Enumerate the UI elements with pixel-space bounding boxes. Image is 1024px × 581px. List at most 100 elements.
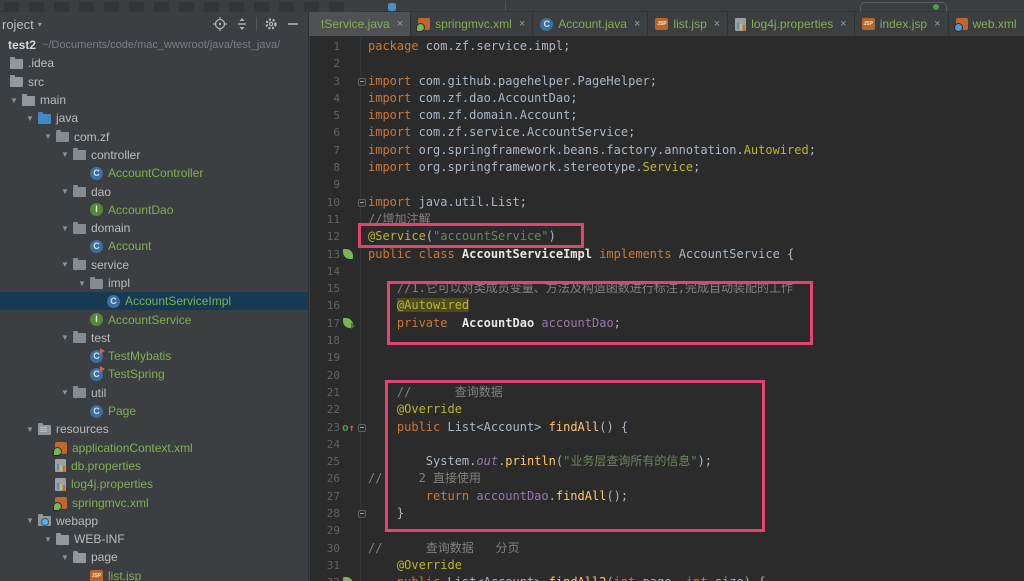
- code-line[interactable]: 4 import com.zf.dao.AccountDao;: [310, 90, 1024, 107]
- code-line[interactable]: 13 public class AccountServiceImpl implem…: [310, 246, 1024, 263]
- tree-item-webapp[interactable]: ▼ webapp: [0, 512, 308, 530]
- settings-gear-icon[interactable]: [260, 15, 282, 33]
- tab-list-jsp[interactable]: JSP list.jsp ×: [648, 12, 729, 36]
- tree-item-springmvc-xml[interactable]: springmvc.xml: [0, 493, 308, 511]
- code-line[interactable]: 2: [310, 55, 1024, 72]
- code-line[interactable]: 27 return accountDao.findAll();: [310, 488, 1024, 505]
- tree-item-main[interactable]: ▼ main: [0, 91, 308, 109]
- code-line[interactable]: 14: [310, 263, 1024, 280]
- code-line[interactable]: 9: [310, 176, 1024, 193]
- close-icon[interactable]: ×: [519, 18, 525, 30]
- tree-item-src[interactable]: src: [0, 73, 308, 91]
- code-line[interactable]: 25 System.out.println("业务层查询所有的信息");: [310, 453, 1024, 470]
- code-line[interactable]: 20: [310, 367, 1024, 384]
- tab-tservice-java[interactable]: tService.java ×: [309, 12, 412, 36]
- code-editor[interactable]: 1 package com.zf.service.impl; 2 3 import co…: [310, 36, 1024, 581]
- code-line[interactable]: 30 // 查询数据 分页: [310, 540, 1024, 557]
- code-line[interactable]: 29: [310, 522, 1024, 539]
- tree-item-impl[interactable]: ▼ impl: [0, 274, 308, 292]
- expand-arrow-icon[interactable]: ▼: [57, 260, 73, 269]
- tree-item-controller[interactable]: ▼ controller: [0, 146, 308, 164]
- tree-item-accountserviceimpl[interactable]: C AccountServiceImpl: [0, 292, 308, 311]
- tab-web-xml[interactable]: web.xml×: [949, 12, 1024, 36]
- tree-item-list-jsp[interactable]: JSP list.jsp: [0, 567, 308, 581]
- expand-arrow-icon[interactable]: ▼: [74, 279, 90, 288]
- tree-item-applicationcontext-xml[interactable]: applicationContext.xml: [0, 439, 308, 457]
- code-line[interactable]: 21 // 查询数据: [310, 384, 1024, 401]
- expand-arrow-icon[interactable]: ▼: [57, 187, 73, 196]
- spring-bean-icon[interactable]: [343, 248, 353, 259]
- code-line[interactable]: 31 @Override: [310, 557, 1024, 574]
- code-line[interactable]: 23o public List<Account> findAll() {: [310, 419, 1024, 436]
- code-line[interactable]: 15 //1.它可以对类成员变量、方法及构造函数进行标注,完成自动装配的工作: [310, 280, 1024, 297]
- locate-icon[interactable]: [209, 15, 231, 33]
- tree-item-accountdao[interactable]: I AccountDao: [0, 201, 308, 219]
- code-line[interactable]: 8 import org.springframework.stereotype.S…: [310, 159, 1024, 176]
- code-line[interactable]: 28 }: [310, 505, 1024, 522]
- tree-item-accountcontroller[interactable]: C AccountController: [0, 164, 308, 182]
- chevron-down-icon[interactable]: ▾: [38, 20, 42, 29]
- code-line[interactable]: 17 private AccountDao accountDao;: [310, 315, 1024, 332]
- code-line[interactable]: 3 import com.github.pagehelper.PageHelper…: [310, 73, 1024, 90]
- spring-autowired-icon[interactable]: [343, 317, 355, 329]
- close-icon[interactable]: ×: [634, 18, 640, 30]
- expand-arrow-icon[interactable]: ▼: [57, 224, 73, 233]
- fold-marker-icon[interactable]: [358, 198, 366, 207]
- code-line[interactable]: 7 import org.springframework.beans.factor…: [310, 142, 1024, 159]
- code-line[interactable]: 26 // 2 直接使用: [310, 470, 1024, 487]
- tree-item-service[interactable]: ▼ service: [0, 256, 308, 274]
- tree-item-page[interactable]: C Page: [0, 402, 308, 420]
- fold-marker-icon[interactable]: [358, 423, 366, 432]
- tree-item-account[interactable]: C Account: [0, 237, 308, 255]
- tree-item-resources[interactable]: ▼ resources: [0, 420, 308, 438]
- code-line[interactable]: 1 package com.zf.service.impl;: [310, 38, 1024, 55]
- tree-item-log4j-properties[interactable]: log4j.properties: [0, 475, 308, 493]
- tab-index-jsp[interactable]: JSP index.jsp ×: [855, 12, 949, 36]
- tree-item-dao[interactable]: ▼ dao: [0, 182, 308, 200]
- expand-arrow-icon[interactable]: ▼: [22, 114, 38, 123]
- expand-arrow-icon[interactable]: ▼: [22, 516, 38, 525]
- code-line[interactable]: 32 public List<Account> findAll2(int pag…: [310, 574, 1024, 581]
- tree-item-test[interactable]: ▼ test: [0, 329, 308, 347]
- tree-item-java[interactable]: ▼ java: [0, 109, 308, 127]
- tab-springmvc-xml[interactable]: springmvc.xml ×: [411, 12, 534, 36]
- tree-item-test2[interactable]: test2 ~/Documents/code/mac_wwwroot/java/t…: [0, 36, 308, 54]
- tree-item-idea[interactable]: .idea: [0, 54, 308, 72]
- code-line[interactable]: 16 @Autowired: [310, 297, 1024, 314]
- expand-arrow-icon[interactable]: ▼: [40, 535, 56, 544]
- code-line[interactable]: 22 @Override: [310, 401, 1024, 418]
- fold-marker-icon[interactable]: [358, 510, 366, 519]
- spring-bean-icon[interactable]: [343, 577, 353, 581]
- tree-item-util[interactable]: ▼ util: [0, 384, 308, 402]
- tree-item-db-properties[interactable]: db.properties: [0, 457, 308, 475]
- expand-arrow-icon[interactable]: ▼: [40, 132, 56, 141]
- tree-item-page[interactable]: ▼ page: [0, 548, 308, 566]
- tab-account-java[interactable]: C Account.java ×: [533, 12, 649, 36]
- close-icon[interactable]: ×: [840, 18, 846, 30]
- code-line[interactable]: 24: [310, 436, 1024, 453]
- code-line[interactable]: 10 import java.util.List;: [310, 194, 1024, 211]
- tree-item-web-inf[interactable]: ▼ WEB-INF: [0, 530, 308, 548]
- expand-arrow-icon[interactable]: ▼: [57, 388, 73, 397]
- expand-arrow-icon[interactable]: ▼: [6, 96, 22, 105]
- tree-item-testmybatis[interactable]: C TestMybatis: [0, 347, 308, 365]
- code-line[interactable]: 6 import com.zf.service.AccountService;: [310, 124, 1024, 141]
- tree-item-accountservice[interactable]: I AccountService: [0, 310, 308, 328]
- code-line[interactable]: 18: [310, 332, 1024, 349]
- close-icon[interactable]: ×: [714, 18, 720, 30]
- tree-item-domain[interactable]: ▼ domain: [0, 219, 308, 237]
- tab-log4j-properties[interactable]: log4j.properties ×: [728, 12, 855, 36]
- expand-arrow-icon[interactable]: ▼: [57, 553, 73, 562]
- expand-arrow-icon[interactable]: ▼: [57, 150, 73, 159]
- expand-arrow-icon[interactable]: ▼: [57, 333, 73, 342]
- hide-panel-icon[interactable]: [282, 15, 304, 33]
- tree-item-testspring[interactable]: C TestSpring: [0, 365, 308, 383]
- override-method-icon[interactable]: o: [342, 419, 355, 437]
- code-line[interactable]: 19: [310, 349, 1024, 366]
- expand-arrow-icon[interactable]: ▼: [22, 425, 38, 434]
- code-line[interactable]: 12 @Service("accountService"): [310, 228, 1024, 245]
- close-icon[interactable]: ×: [397, 18, 403, 30]
- tree-item-com-zf[interactable]: ▼ com.zf: [0, 127, 308, 145]
- code-line[interactable]: 11 //增加注解: [310, 211, 1024, 228]
- close-icon[interactable]: ×: [934, 18, 940, 30]
